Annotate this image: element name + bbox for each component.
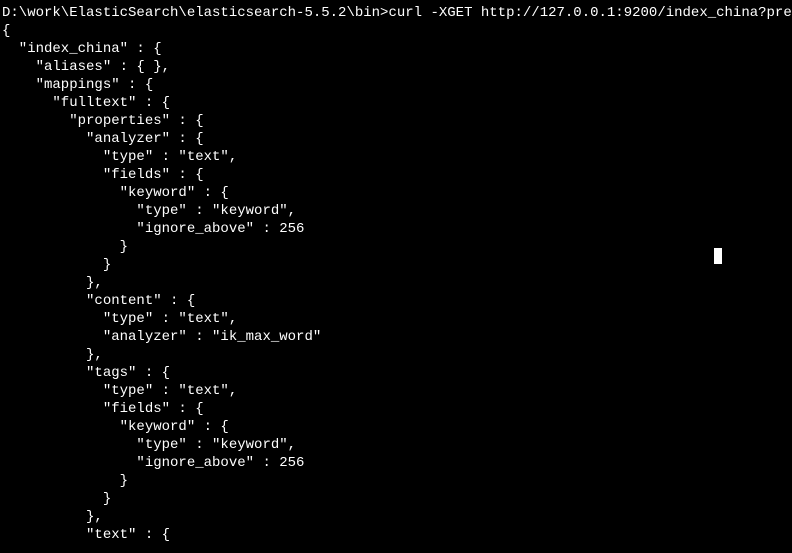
terminal-command-line: D:\work\ElasticSearch\elasticsearch-5.5.…	[2, 4, 792, 22]
output-line: "content" : {	[2, 292, 792, 310]
output-line: "keyword" : {	[2, 418, 792, 436]
output-line: },	[2, 508, 792, 526]
output-line: "properties" : {	[2, 112, 792, 130]
output-line: },	[2, 274, 792, 292]
output-line: "aliases" : { },	[2, 58, 792, 76]
output-line: "text" : {	[2, 526, 792, 544]
text-cursor	[714, 248, 722, 264]
output-line: "fulltext" : {	[2, 94, 792, 112]
output-line: "type" : "text",	[2, 310, 792, 328]
output-line: "type" : "keyword",	[2, 436, 792, 454]
output-line: {	[2, 22, 792, 40]
output-line: "analyzer" : {	[2, 130, 792, 148]
terminal-output: { "index_china" : { "aliases" : { }, "ma…	[2, 22, 792, 544]
output-line: "analyzer" : "ik_max_word"	[2, 328, 792, 346]
command-text: curl -XGET http://127.0.0.1:9200/index_c…	[388, 5, 792, 21]
output-line: }	[2, 238, 792, 256]
output-line: "ignore_above" : 256	[2, 220, 792, 238]
output-line: "tags" : {	[2, 364, 792, 382]
output-line: "mappings" : {	[2, 76, 792, 94]
output-line: "type" : "text",	[2, 148, 792, 166]
output-line: "type" : "text",	[2, 382, 792, 400]
output-line: "fields" : {	[2, 400, 792, 418]
prompt-path: D:\work\ElasticSearch\elasticsearch-5.5.…	[2, 5, 388, 21]
output-line: }	[2, 490, 792, 508]
output-line: "fields" : {	[2, 166, 792, 184]
output-line: "keyword" : {	[2, 184, 792, 202]
output-line: "index_china" : {	[2, 40, 792, 58]
output-line: }	[2, 472, 792, 490]
output-line: "ignore_above" : 256	[2, 454, 792, 472]
output-line: "type" : "keyword",	[2, 202, 792, 220]
output-line: }	[2, 256, 792, 274]
output-line: },	[2, 346, 792, 364]
